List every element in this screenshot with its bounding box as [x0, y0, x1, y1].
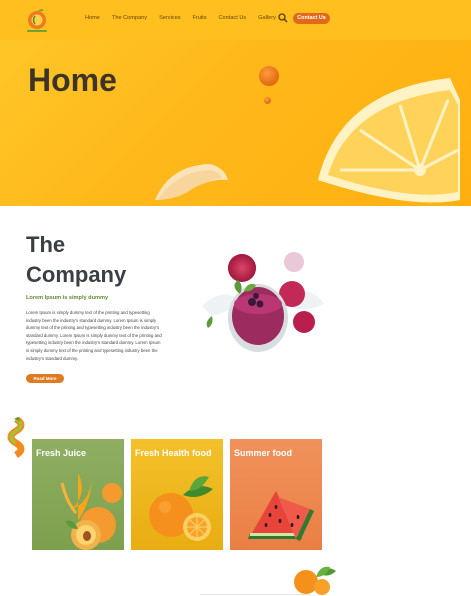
hero-banner: Home The Company Services Fruits Contact… [0, 0, 471, 206]
juice-splash-image [60, 473, 122, 550]
search-icon[interactable] [278, 13, 288, 23]
company-subtitle: Lorem Ipsum is simply dummy [26, 295, 109, 301]
nav-item-contact[interactable]: Contact Us [219, 15, 247, 21]
page-title: Home [28, 62, 117, 98]
watermelon-image [248, 491, 314, 541]
card-summer-food[interactable]: Summer food [230, 439, 322, 550]
orange-leaves-image [294, 566, 336, 595]
nav-item-services[interactable]: Services [159, 15, 180, 21]
card-title: Fresh Juice [36, 448, 87, 458]
divider [200, 594, 310, 595]
main-nav: Home The Company Services Fruits Contact… [85, 15, 288, 21]
fruit-spiral-image [7, 417, 25, 459]
contact-us-button[interactable]: Contact Us [293, 13, 330, 24]
read-more-button[interactable]: Read More [26, 374, 64, 383]
orange-berry-image [259, 66, 279, 86]
orange-berry-small-image [264, 97, 271, 104]
nav-item-fruits[interactable]: Fruits [193, 15, 207, 21]
card-title: Summer food [234, 448, 293, 458]
nav-item-gallery[interactable]: Gallery [258, 15, 276, 21]
card-fresh-health-food[interactable]: Fresh Health food [131, 439, 223, 550]
company-description: Lorem Ipsum is simply dummy text of the … [26, 310, 162, 361]
card-title: Fresh Health food [135, 448, 212, 458]
company-heading: The Company [26, 230, 126, 290]
nav-item-home[interactable]: Home [85, 15, 100, 21]
lemon-slice-image [318, 78, 460, 203]
orange-fruit-image [149, 476, 213, 541]
card-fresh-juice[interactable]: Fresh Juice [32, 439, 124, 550]
berry-smoothie-image [202, 252, 324, 352]
fruit-peel-image [155, 164, 228, 200]
company-heading-line1: The [26, 232, 66, 257]
nav-item-company[interactable]: The Company [112, 15, 147, 21]
fruit-logo-icon[interactable] [22, 7, 52, 35]
company-heading-line2: Company [26, 262, 127, 287]
